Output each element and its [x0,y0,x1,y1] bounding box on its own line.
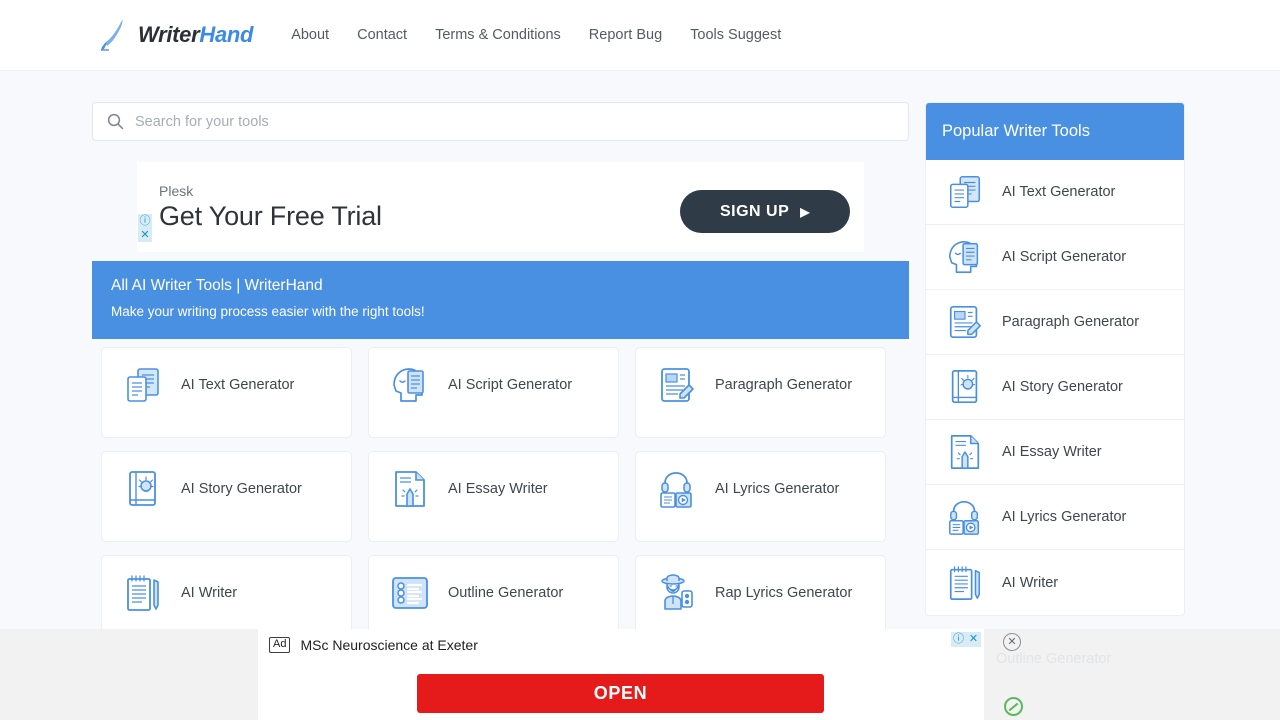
sidebar-item-label: AI Text Generator [1002,184,1116,200]
bottom-ad-choices: ⓘ ✕ [951,632,981,647]
notepad-pencil-icon [949,565,981,600]
bottom-ad-header: Ad MSc Neuroscience at Exeter [269,637,478,653]
top-ad-choices: ⓘ ✕ [138,214,153,242]
ad-tag: Ad [269,637,291,653]
brand-text: WriterHand [138,22,253,48]
sidebar-item-ai-essay-writer[interactable]: AI Essay Writer [926,420,1184,485]
headphones-player-icon [949,500,980,535]
documents-stack-icon [127,368,159,402]
sidebar-item-ai-story-generator[interactable]: AI Story Generator [926,355,1184,420]
banner-subtitle: Make your writing process easier with th… [111,304,425,319]
adchoices-close-icon[interactable]: ✕ [138,228,152,242]
head-with-scroll-icon [393,368,424,402]
tool-card-label: Outline Generator [448,585,564,601]
nav-link-about[interactable]: About [291,27,329,43]
nav-link-tools-suggest[interactable]: Tools Suggest [690,27,781,43]
sidebar-item-ai-writer[interactable]: AI Writer [926,550,1184,615]
tools-grid: AI Text Generator AI Script Generator Pa… [101,347,901,659]
document-pencil-icon [949,305,981,339]
sidebar-item-label: AI Lyrics Generator [1002,509,1127,525]
popular-tools-sidebar: Popular Writer Tools AI Text Generator A… [925,102,1185,616]
tool-card-label: Rap Lyrics Generator [715,585,853,601]
signup-button[interactable]: SIGN UP ▶ [680,190,850,233]
tool-card-label: AI Lyrics Generator [715,481,840,497]
nav-links: About Contact Terms & Conditions Report … [291,27,781,43]
tool-card-ai-essay-writer[interactable]: AI Essay Writer [368,451,619,542]
book-lightbulb-icon [951,369,978,404]
sidebar-item-label: AI Writer [1002,574,1059,591]
sidebar-item-label: Paragraph Generator [1002,314,1140,330]
top-navbar: WriterHand About Contact Terms & Conditi… [0,0,1280,71]
rapper-icon [661,574,693,610]
sidebar-item-label: AI Script Generator [1002,249,1127,265]
tool-card-paragraph-generator[interactable]: Paragraph Generator [635,347,886,438]
document-pencil-icon [661,368,694,402]
top-ad-text: Plesk Get Your Free Trial [159,183,382,232]
brand-logo-link[interactable]: WriterHand [98,16,253,54]
bullet-list-icon [392,577,428,609]
tool-card-label: AI Story Generator [181,481,302,497]
top-ad-brand: Plesk [159,182,194,199]
tool-card-ai-script-generator[interactable]: AI Script Generator [368,347,619,438]
tool-card-ai-text-generator[interactable]: AI Text Generator [101,347,352,438]
page-root: WriterHand About Contact Terms & Conditi… [0,0,1280,720]
sidebar-item-label: AI Essay Writer [1002,444,1102,460]
nav-link-terms[interactable]: Terms & Conditions [435,27,561,43]
top-ad-headline: Get Your Free Trial [159,200,382,231]
page-pen-icon [950,434,980,470]
tool-card-label: AI Script Generator [448,377,573,393]
documents-stack-icon [949,176,981,208]
bottom-ad-title: MSc Neuroscience at Exeter [300,637,478,653]
tool-card-label: Paragraph Generator [715,377,853,393]
tool-card-ai-lyrics-generator[interactable]: AI Lyrics Generator [635,451,886,542]
tool-card-label: AI Text Generator [181,377,295,393]
feather-quill-icon [101,19,123,51]
nav-link-report-bug[interactable]: Report Bug [589,27,662,43]
bottom-ad-panel[interactable]: Ad MSc Neuroscience at Exeter OPEN [258,629,984,720]
nav-link-contact[interactable]: Contact [357,27,407,43]
page-banner: All AI Writer Tools | WriterHand Make yo… [92,261,909,339]
banner-title: All AI Writer Tools | WriterHand [111,277,323,294]
arrow-right-icon: ▶ [800,204,811,219]
brand-text-part1: Writer [138,22,200,47]
open-ad-button[interactable]: OPEN [417,674,824,713]
head-with-scroll-icon [948,240,979,274]
page-pen-icon [395,471,425,507]
top-ad-banner[interactable]: Plesk Get Your Free Trial SIGN UP ▶ [137,162,864,252]
tool-card-label: AI Writer [181,585,238,601]
close-ad-button[interactable]: ✕ [1003,633,1021,651]
adchoices-info-icon[interactable]: ⓘ [951,632,966,647]
sidebar-item-ai-text-generator[interactable]: AI Text Generator [926,160,1184,225]
tool-card-ai-story-generator[interactable]: AI Story Generator [101,451,352,542]
sidebar-item-ai-lyrics-generator[interactable]: AI Lyrics Generator [926,485,1184,550]
adchoices-close-icon[interactable]: ✕ [966,632,981,647]
headphones-player-icon [660,472,692,508]
search-icon [107,113,124,130]
tool-card-label: AI Essay Writer [448,481,548,497]
signup-button-label: SIGN UP [719,202,790,220]
bottom-ad-overlay: Ad MSc Neuroscience at Exeter OPEN [0,629,1280,720]
sidebar-item-label: AI Story Generator [1002,379,1123,395]
book-lightbulb-icon [129,471,156,506]
sidebar-item-ai-script-generator[interactable]: AI Script Generator [926,225,1184,290]
sidebar-item-paragraph-generator[interactable]: Paragraph Generator [926,290,1184,355]
notepad-pencil-icon [127,575,159,611]
ezoic-badge-icon [1004,697,1023,716]
main-column: Plesk Get Your Free Trial SIGN UP ▶ ⓘ ✕ … [92,102,909,646]
adchoices-info-icon[interactable]: ⓘ [138,214,152,228]
brand-text-part2: Hand [199,22,254,47]
sidebar-title: Popular Writer Tools [926,103,1184,160]
search-input[interactable] [135,113,875,130]
search-bar[interactable] [92,102,909,141]
